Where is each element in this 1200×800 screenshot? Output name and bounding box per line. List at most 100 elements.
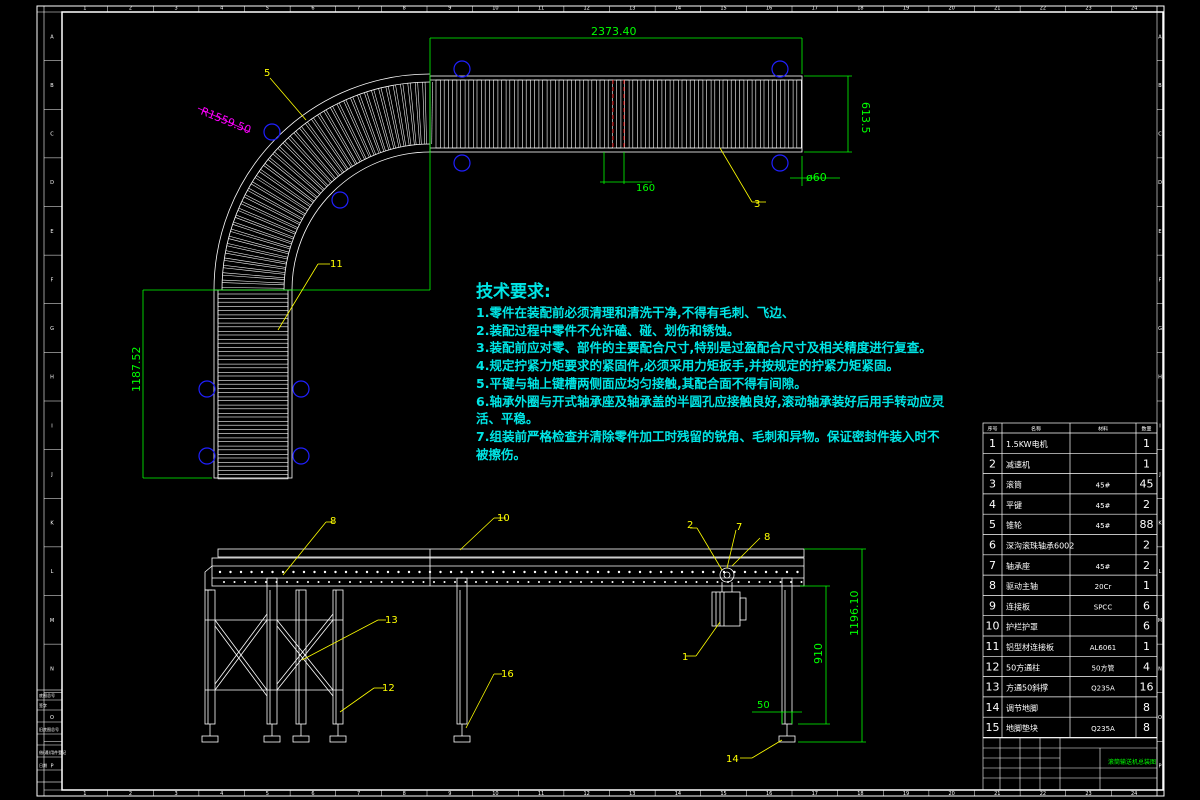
beam-hole [412,581,414,583]
roller [763,79,769,149]
roller [722,79,728,149]
beam-hole [296,581,299,583]
bom-header: 数量 [1141,426,1151,433]
balloon-9: 8 [330,516,336,527]
beam-hole [397,570,400,574]
tapered-roller-edge [417,82,422,145]
bom-cell: 2 [1143,498,1150,511]
grid-letter: M [50,618,54,624]
beam-hole [517,581,519,583]
bom-cell: 铝型材连接板 [1006,642,1054,652]
roller [566,79,573,149]
grid-number: 1 [83,6,86,12]
roller [730,79,737,149]
beam-hole [523,570,526,574]
beam-hole [775,570,778,574]
bom-cell: 8 [1143,701,1150,714]
tapered-roller-edge [224,257,286,268]
curved-section [213,73,433,291]
grid-letter: K [50,521,54,527]
drawing-title: 滚筒输送机总装图 [1108,758,1156,766]
beam-hole [244,581,246,583]
balloon-11: 11 [330,259,343,270]
roller [665,79,671,149]
beam-hole [380,581,383,583]
bom-cell: SPCC [1094,603,1113,611]
roller [624,79,630,149]
dim-width: 613.5 [859,102,872,134]
grid-number: 4 [220,6,223,12]
beam-hole [779,581,782,583]
tapered-roller [422,82,426,145]
tapered-roller [224,260,286,270]
grid-letter: F [51,277,54,283]
beam-hole [649,570,652,574]
beam-hole [355,570,358,574]
grid-letter: B [50,83,54,89]
roller [468,79,474,149]
bom-cell: 滚筒 [1006,480,1022,490]
note-line-5: 5.平键与轴上键槽两侧面应均匀接触,其配合面不得有间隙。 [476,375,807,391]
grid-number: 19 [903,6,909,12]
grid-number: 19 [903,791,909,797]
grid-letter: N [50,666,54,672]
dim-height-leg: 910 [812,643,825,664]
grid-number: 3 [174,791,177,797]
roller [217,416,289,422]
bom-cell: 轴承座 [1006,561,1030,571]
roller [714,79,720,149]
bom-cell: 4 [1143,660,1150,673]
tapered-roller-edge [319,113,353,167]
roller [217,293,289,299]
grid-letter: A [1158,34,1162,40]
beam-hole [769,581,771,583]
tapered-roller-edge [279,146,325,190]
beam-hole [548,581,551,583]
top-rail [217,548,805,558]
cross-braces [205,613,343,697]
beam-hole [716,581,719,583]
dim-radius: R1559.50 [199,105,253,137]
beam-hole [418,570,421,574]
grid-letter: J [1158,472,1160,478]
bom-cell: 3 [989,478,996,491]
beam-hole [653,581,656,583]
bom-cell: 驱动主轴 [1006,581,1038,591]
beam-hole [338,581,341,583]
tapered-roller [267,159,317,199]
bom-cell: 深沟滚珠轴承6002 [1006,541,1074,551]
grid-letter: P [1158,764,1161,770]
dim-roller-pitch: 160 [636,183,655,194]
grid-number: 18 [857,6,863,12]
grid-number: 3 [174,6,177,12]
roller [550,79,556,149]
roller [460,79,466,149]
roller [607,79,614,149]
tapered-roller-edge [424,82,427,145]
legs [204,577,793,725]
grid-letter: A [50,34,54,40]
grid-number: 6 [311,6,314,12]
roller [484,79,491,149]
note-line-1: 1.零件在装配前必须清理和清洗干净,不得有毛刺、飞边、 [476,305,795,320]
roller [632,79,638,149]
beam-hole [565,570,568,574]
dim-side-length: 1187.52 [130,347,143,393]
balloon-13: 13 [385,615,398,626]
tapered-roller [240,203,298,230]
grid-letter: E [1158,229,1161,235]
balloon-16: 16 [501,669,514,680]
beam-hole [506,581,509,583]
side-view [201,548,805,743]
roller [493,79,499,149]
bom-cell: 45 [1140,478,1154,491]
beam-hole [575,570,579,574]
bom-cell: 88 [1140,518,1154,531]
beam-hole [239,570,243,574]
beam-hole [302,570,306,574]
grid-number: 24 [1131,6,1137,12]
beam-hole [443,581,446,583]
roller [217,433,289,439]
beam-hole [628,570,631,574]
beam-hole [422,581,425,583]
